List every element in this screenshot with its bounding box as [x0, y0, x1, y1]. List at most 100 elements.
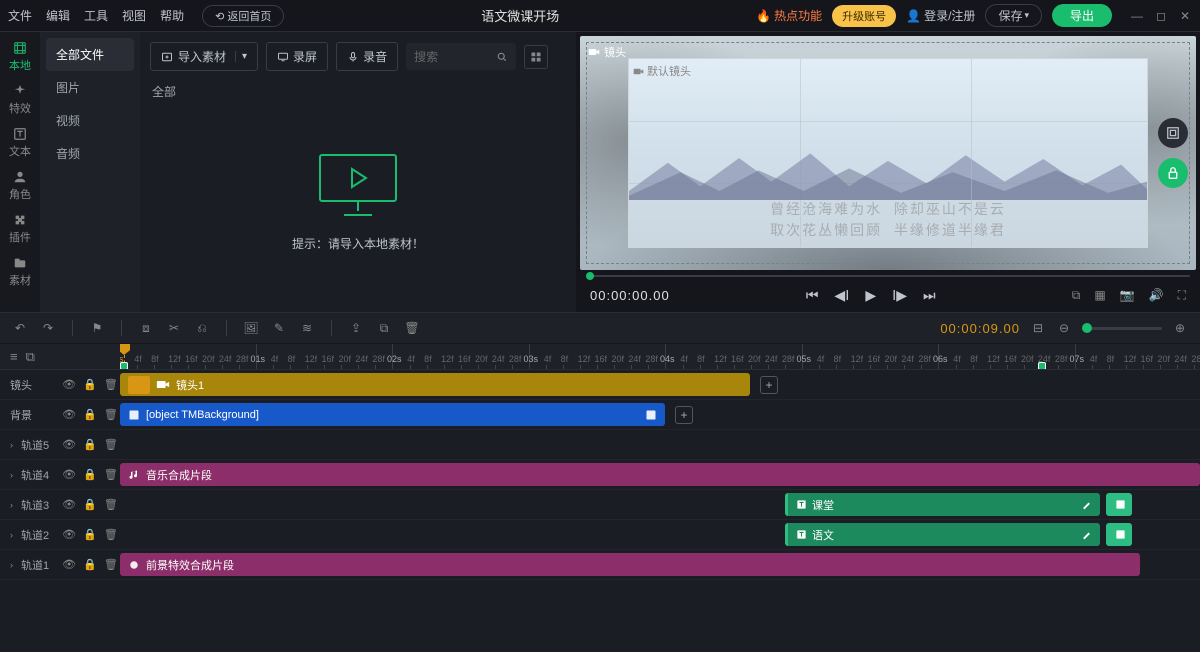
clip-lens-1[interactable]: 镜头1: [120, 373, 750, 396]
menu-tool[interactable]: 工具: [84, 7, 108, 24]
visibility-toggle[interactable]: 👁: [62, 378, 76, 391]
nav-plugin[interactable]: 插件: [0, 210, 40, 248]
minimize-button[interactable]: —: [1130, 9, 1144, 23]
cat-all-files[interactable]: 全部文件: [46, 38, 134, 71]
delete-track-button[interactable]: 🗑: [104, 558, 118, 571]
redo-button[interactable]: ↷: [40, 320, 56, 336]
menu-edit[interactable]: 编辑: [46, 7, 70, 24]
delete-track-button[interactable]: 🗑: [104, 408, 118, 421]
range-start-marker[interactable]: [120, 362, 128, 369]
clip-text-class[interactable]: 课堂: [785, 493, 1100, 516]
fit-screen-button[interactable]: [1158, 118, 1188, 148]
nav-text[interactable]: 文本: [0, 124, 40, 162]
export-button[interactable]: 导出: [1052, 4, 1112, 27]
zoom-slider[interactable]: [1082, 327, 1162, 330]
goto-start-button[interactable]: ⏮: [806, 287, 819, 304]
menu-view[interactable]: 视图: [122, 7, 146, 24]
maximize-button[interactable]: ◻: [1154, 9, 1168, 23]
link-tracks-button[interactable]: ⧉: [26, 349, 35, 365]
lock-toggle[interactable]: 🔒: [83, 498, 97, 511]
play-button[interactable]: ▶: [865, 287, 876, 304]
grid-toggle-button[interactable]: ▦: [1094, 288, 1105, 303]
range-end-marker[interactable]: [1038, 362, 1046, 369]
back-home-button[interactable]: ⟲ 返回首页: [202, 5, 284, 27]
upgrade-button[interactable]: 升级账号: [832, 5, 896, 27]
prev-frame-button[interactable]: ◀Ⅰ: [834, 287, 849, 304]
chevron-down-icon[interactable]: ▾: [235, 51, 247, 62]
cat-video[interactable]: 视频: [40, 104, 140, 137]
layers-button[interactable]: ≋: [299, 320, 315, 336]
lock-toggle[interactable]: 🔒: [83, 408, 97, 421]
add-clip-button[interactable]: +: [675, 406, 693, 424]
marker-button[interactable]: ⚑: [89, 320, 105, 336]
clip-text-class-tail[interactable]: [1106, 493, 1132, 516]
fullscreen-button[interactable]: ⛶: [1178, 288, 1186, 303]
nav-material[interactable]: 素材: [0, 253, 40, 291]
menu-file[interactable]: 文件: [8, 7, 32, 24]
clip-fg-fx[interactable]: 前景特效合成片段: [120, 553, 1140, 576]
close-button[interactable]: ✕: [1178, 9, 1192, 23]
delete-track-button[interactable]: 🗑: [104, 378, 118, 391]
delete-track-button[interactable]: 🗑: [104, 498, 118, 511]
lock-toggle[interactable]: 🔒: [83, 558, 97, 571]
cat-audio[interactable]: 音频: [40, 137, 140, 170]
visibility-toggle[interactable]: 👁: [62, 528, 76, 541]
view-grid-button[interactable]: [524, 45, 548, 69]
delete-button[interactable]: 🗑: [404, 320, 420, 336]
nav-fx[interactable]: 特效: [0, 81, 40, 119]
visibility-toggle[interactable]: 👁: [62, 468, 76, 481]
record-audio-button[interactable]: 录音: [336, 42, 398, 71]
login-button[interactable]: 👤 登录/注册: [906, 7, 975, 24]
add-clip-button[interactable]: +: [760, 376, 778, 394]
visibility-toggle[interactable]: 👁: [62, 438, 76, 451]
hot-features-button[interactable]: 🔥 热点功能: [756, 7, 822, 24]
lock-toggle[interactable]: 🔒: [83, 438, 97, 451]
crop-button[interactable]: ⧈: [138, 320, 154, 336]
snapshot-button[interactable]: 📷: [1120, 288, 1135, 303]
save-button[interactable]: 保存 ▾: [985, 4, 1042, 27]
loop-button[interactable]: ⧉: [1072, 288, 1081, 303]
undo-button[interactable]: ↶: [12, 320, 28, 336]
lock-toggle[interactable]: 🔒: [83, 528, 97, 541]
clip-music[interactable]: 音乐合成片段: [120, 463, 1200, 486]
nav-local[interactable]: 本地: [0, 38, 40, 76]
next-frame-button[interactable]: Ⅰ▶: [892, 287, 907, 304]
chevron-right-icon[interactable]: ›: [10, 500, 13, 510]
delete-track-button[interactable]: 🗑: [104, 468, 118, 481]
zoom-out-button[interactable]: ⊖: [1056, 320, 1072, 336]
nav-role[interactable]: 角色: [0, 167, 40, 205]
goto-end-button[interactable]: ⏭: [923, 287, 936, 304]
export-clip-button[interactable]: ⇪: [348, 320, 364, 336]
visibility-toggle[interactable]: 👁: [62, 408, 76, 421]
chevron-right-icon[interactable]: ›: [10, 440, 13, 450]
preview-canvas[interactable]: 镜头 默认镜头 曾经沧海难为水 除却巫山不是云取次花丛懒回顾 半缘修道半缘君: [580, 36, 1196, 270]
lock-toggle[interactable]: 🔒: [83, 378, 97, 391]
chevron-right-icon[interactable]: ›: [10, 560, 13, 570]
fit-timeline-button[interactable]: ⊟: [1030, 320, 1046, 336]
clip-background[interactable]: [object TMBackground]: [120, 403, 665, 426]
cut-button[interactable]: ✂: [166, 320, 182, 336]
image-insert-button[interactable]: 🖼: [243, 320, 259, 336]
split-button[interactable]: ⎌: [194, 320, 210, 336]
preview-progress[interactable]: [586, 274, 1190, 278]
volume-button[interactable]: 🔊: [1149, 288, 1164, 303]
timeline-ruler[interactable]: 0s4f8f12f16f20f24f28f01s4f8f12f16f20f24f…: [120, 344, 1200, 369]
search-input[interactable]: 搜索: [406, 43, 516, 70]
import-media-button[interactable]: 导入素材 ▾: [150, 42, 258, 71]
lock-button[interactable]: [1158, 158, 1188, 188]
visibility-toggle[interactable]: 👁: [62, 558, 76, 571]
clip-text-lang-tail[interactable]: [1106, 523, 1132, 546]
toggle-tracks-button[interactable]: ≡: [10, 349, 18, 364]
visibility-toggle[interactable]: 👁: [62, 498, 76, 511]
chevron-right-icon[interactable]: ›: [10, 530, 13, 540]
copy-button[interactable]: ⧉: [376, 320, 392, 336]
clip-text-lang[interactable]: 语文: [785, 523, 1100, 546]
chevron-right-icon[interactable]: ›: [10, 470, 13, 480]
menu-help[interactable]: 帮助: [160, 7, 184, 24]
record-screen-button[interactable]: 录屏: [266, 42, 328, 71]
delete-track-button[interactable]: 🗑: [104, 438, 118, 451]
cat-image[interactable]: 图片: [40, 71, 140, 104]
text-insert-button[interactable]: ✎: [271, 320, 287, 336]
lock-toggle[interactable]: 🔒: [83, 468, 97, 481]
delete-track-button[interactable]: 🗑: [104, 528, 118, 541]
